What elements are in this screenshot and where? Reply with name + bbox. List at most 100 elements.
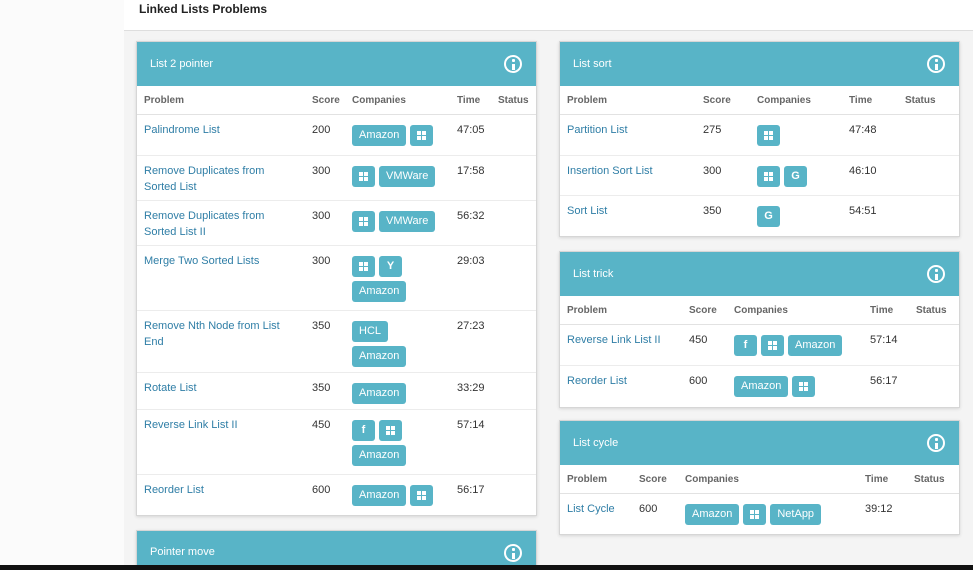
table-row: Insertion Sort List 300 G 46:10 [560,156,959,196]
column-header-status: Status [914,474,945,485]
google-icon[interactable]: G [784,166,807,187]
company-badges: VMWare [352,166,442,187]
company-badge[interactable]: Amazon [734,376,789,397]
column-header-status: Status [498,95,529,106]
table-row: Rotate List 350 Amazon 33:29 [137,373,536,410]
facebook-icon[interactable]: f [734,335,757,356]
windows-icon[interactable] [352,211,375,232]
company-badge[interactable]: Amazon [352,281,407,302]
table-row: Reorder List 600 Amazon 56:17 [560,366,959,406]
yahoo-icon[interactable]: Y [379,256,402,277]
card-title: List sort [573,58,612,70]
google-icon[interactable]: G [757,206,780,227]
top-bar: Linked Lists Problems [124,0,973,31]
problem-link[interactable]: Palindrome List [144,122,294,138]
card-header: List sort [560,42,959,86]
info-icon[interactable] [927,265,945,283]
score-value: 600 [312,484,331,496]
problem-link[interactable]: Merge Two Sorted Lists [144,253,294,269]
company-badge[interactable]: Amazon [352,346,407,367]
company-badges: f Amazon [352,420,442,466]
windows-icon[interactable] [379,420,402,441]
column-header-score: Score [703,95,731,106]
problem-link[interactable]: Reorder List [144,482,294,498]
windows-icon[interactable] [352,256,375,277]
windows-icon[interactable] [410,485,434,506]
company-badge[interactable]: VMWare [379,211,436,232]
company-badge[interactable]: Amazon [352,485,407,506]
company-badge[interactable]: VMWare [379,166,436,187]
problem-link[interactable]: Reorder List [567,373,682,389]
windows-icon[interactable] [792,376,816,397]
score-value: 600 [689,375,708,387]
table-header: Problem Score Companies Time Status [560,296,959,325]
problem-link[interactable]: Remove Duplicates from Sorted List [144,163,294,195]
info-icon[interactable] [927,434,945,452]
table-body: Partition List 275 47:48 Insertion Sort Lis… [560,115,959,236]
problem-link[interactable]: Sort List [567,203,692,219]
column-header-score: Score [312,95,340,106]
time-value: 47:05 [457,124,485,136]
windows-icon[interactable] [757,125,780,146]
company-badges: Amazon [352,125,442,146]
problem-link[interactable]: List Cycle [567,501,632,517]
windows-icon[interactable] [410,125,434,146]
score-value: 300 [312,255,331,267]
card-title: List trick [573,268,614,280]
time-value: 17:58 [457,165,485,177]
time-value: 57:14 [870,334,898,346]
bottom-bar [0,565,973,570]
company-badge[interactable]: Amazon [352,445,407,466]
facebook-icon[interactable]: f [352,420,375,441]
column-header-problem: Problem [567,95,608,106]
company-badges: G [757,166,842,187]
windows-icon[interactable] [757,166,780,187]
table-header: Problem Score Companies Time Status [560,86,959,115]
score-value: 300 [703,165,722,177]
company-badge[interactable]: Amazon [352,125,407,146]
time-value: 54:51 [849,205,877,217]
column-header-time: Time [849,95,873,106]
score-value: 600 [639,503,658,515]
info-icon[interactable] [504,55,522,73]
windows-icon[interactable] [352,166,375,187]
card-pointer-move: Pointer move [136,530,537,570]
windows-icon[interactable] [761,335,784,356]
info-icon[interactable] [927,55,945,73]
column-header-problem: Problem [567,305,608,316]
info-icon[interactable] [504,544,522,562]
problem-link[interactable]: Reverse Link List II [144,417,294,433]
company-badge[interactable]: Amazon [352,383,407,404]
column-header-status: Status [916,305,947,316]
company-badge[interactable]: Amazon [685,504,740,525]
problem-link[interactable]: Rotate List [144,380,294,396]
company-badge[interactable]: Amazon [788,335,843,356]
card-header: List cycle [560,421,959,465]
column-header-companies: Companies [352,95,406,106]
time-value: 56:17 [870,375,898,387]
column-header-time: Time [865,474,889,485]
table-row: Sort List 350 G 54:51 [560,196,959,236]
problem-link[interactable]: Remove Duplicates from Sorted List II [144,208,294,240]
company-badges: f Amazon [734,335,859,356]
score-value: 300 [312,165,331,177]
time-value: 46:10 [849,165,877,177]
company-badge[interactable]: HCL [352,321,389,342]
time-value: 56:32 [457,210,485,222]
problem-link[interactable]: Insertion Sort List [567,163,692,179]
time-value: 57:14 [457,419,485,431]
problem-link[interactable]: Remove Nth Node from List End [144,318,294,350]
company-badge[interactable]: NetApp [770,504,822,525]
windows-icon[interactable] [743,504,767,525]
problem-link[interactable]: Reverse Link List II [567,332,682,348]
company-badges [757,125,842,146]
table-header: Problem Score Companies Time Status [137,86,536,115]
company-badges: Y Amazon [352,256,442,302]
table-row: Palindrome List 200 Amazon 47:05 [137,115,536,156]
score-value: 350 [312,320,331,332]
problem-link[interactable]: Partition List [567,122,692,138]
card-title: List cycle [573,437,619,449]
card-list-2-pointer: List 2 pointer Problem Score Companies T… [136,41,537,516]
time-value: 27:23 [457,320,485,332]
card-title: Pointer move [150,546,215,558]
